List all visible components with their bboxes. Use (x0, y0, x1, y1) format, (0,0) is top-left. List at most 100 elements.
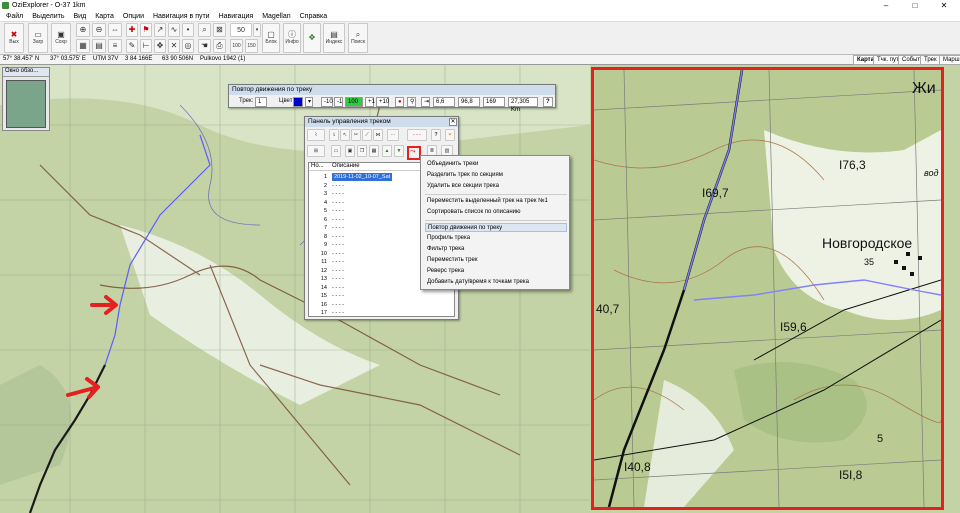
tool-button-1[interactable]: ⊕ (76, 23, 90, 37)
overview-title: Окно обзо... (3, 68, 49, 77)
menu-item-reverse-track[interactable]: Реверс трека (425, 267, 567, 276)
speed-field[interactable]: 100 (345, 97, 363, 107)
speed-plus10-button[interactable]: +10 (376, 97, 389, 107)
tool-button-15[interactable]: ✕ (168, 39, 180, 53)
overview-window[interactable]: Окно обзо... (2, 67, 50, 131)
col-description-header[interactable]: Описание (332, 163, 360, 169)
tp-tool-9[interactable]: ⏷ (445, 129, 455, 141)
tp-tool-12[interactable]: ▣ (345, 145, 355, 157)
zoom-150-button[interactable]: 150 (245, 39, 258, 53)
tool-button-20[interactable]: ⎙ (213, 39, 226, 53)
tp-tool-3[interactable]: ↖ (340, 129, 350, 141)
tp-tool-2[interactable]: ⇂ (329, 129, 339, 141)
tool-button-8[interactable]: ⚑ (140, 23, 152, 37)
search-button[interactable]: ⌕ Поиск (348, 23, 368, 53)
tool-button-18[interactable]: ☚ (198, 39, 211, 53)
pan-button[interactable]: ✥ (303, 23, 321, 53)
tp-tool-10[interactable]: ⊞ (307, 145, 325, 157)
tp-tool-13[interactable]: ❐ (357, 145, 367, 157)
replay-help-button[interactable]: ? (543, 97, 553, 107)
menu-item-merge-tracks[interactable]: Объединить треки (425, 160, 567, 169)
minimize-button[interactable]: – (872, 0, 900, 11)
tool-button-5[interactable]: ▤ (92, 39, 106, 53)
color-swatch[interactable] (293, 97, 303, 107)
tool-button-13[interactable]: ⊢ (140, 39, 152, 53)
menu-item-split-track[interactable]: Разделить трек по секциям (425, 171, 567, 180)
tool-button-10[interactable]: ∿ (168, 23, 180, 37)
tool-button-9[interactable]: ↗ (154, 23, 166, 37)
maximize-button[interactable]: □ (901, 0, 929, 11)
save-button[interactable]: ▣ Сохр (51, 23, 71, 53)
zoom-dropdown[interactable]: ▾ (253, 23, 261, 37)
tp-tool-6[interactable]: ⋈ (373, 129, 383, 141)
tool-button-4[interactable]: ▦ (76, 39, 90, 53)
track-row[interactable]: 17 - - - - (309, 309, 455, 317)
col-number-header[interactable]: Но... (311, 163, 324, 169)
menu-item-delete-sections[interactable]: Удалить все секции трека (425, 182, 567, 191)
tool-button-6[interactable]: ≡ (108, 39, 122, 53)
menu-item-move-to-track-1[interactable]: Переместить выделенный трек на трек №1 (425, 197, 567, 206)
menu-item-track-profile[interactable]: Профиль трека (425, 234, 567, 243)
tp-tool-14[interactable]: ▦ (369, 145, 379, 157)
menu-item-add-datetime[interactable]: Добавить дату/время к точкам трека (425, 278, 567, 287)
track-row[interactable]: 15 - - - - (309, 292, 455, 300)
menu-options[interactable]: Опции (123, 13, 144, 20)
tool-button-14[interactable]: ✥ (154, 39, 166, 53)
menu-item-sort-by-description[interactable]: Сортировать список по описанию (425, 208, 567, 217)
tool-button-7[interactable]: ✚ (126, 23, 138, 37)
replay-track-icon-highlight[interactable]: ⤳ (407, 146, 421, 160)
tool-button-3[interactable]: ⇔ (108, 23, 122, 37)
load-button[interactable]: ▭ Загр (28, 23, 48, 53)
speed-minus10-button[interactable]: -10 (321, 97, 333, 107)
block-button[interactable]: ▢ Блок (262, 23, 280, 53)
speed-minus1-button[interactable]: -1 (334, 97, 343, 107)
record-button[interactable]: ● (395, 97, 404, 107)
tool-button-19[interactable]: ⊠ (213, 23, 226, 37)
tool-button-11[interactable]: • (182, 23, 194, 37)
info-button[interactable]: ⓘ Инфо (283, 23, 301, 53)
track-row[interactable]: 16 - - - - (309, 301, 455, 309)
track-number-field[interactable]: 1 (255, 97, 267, 107)
tp-tool-16[interactable]: ▼ (394, 145, 404, 157)
close-button[interactable]: ✕ (930, 0, 958, 11)
zoom-select[interactable]: 50 (230, 23, 252, 37)
menu-item-track-filter[interactable]: Фильтр трека (425, 245, 567, 254)
replay-value-1: 6,6 (433, 97, 455, 107)
trackpanel-close-button[interactable]: ✕ (449, 118, 457, 126)
menu-view[interactable]: Вид (74, 13, 87, 20)
tab-tracks[interactable]: Трек (920, 55, 941, 65)
tp-tool-5[interactable]: ⟋ (362, 129, 372, 141)
menu-file[interactable]: Файл (6, 13, 23, 20)
step-icon: ⇥ (424, 99, 430, 105)
overview-thumbnail[interactable] (6, 80, 46, 128)
tp-tool-4[interactable]: ✂ (351, 129, 361, 141)
tool-button-17[interactable]: ⌕ (198, 23, 211, 37)
menu-help[interactable]: Справка (300, 13, 327, 20)
tp-tool-15[interactable]: ▲ (382, 145, 392, 157)
exit-button[interactable]: ✖ Вых (4, 23, 24, 53)
zoom-100-button[interactable]: 100 (230, 39, 243, 53)
color-dropdown[interactable]: ▾ (305, 97, 313, 107)
tp-help-button[interactable]: ? (431, 129, 441, 141)
menu-navigation[interactable]: Навигация (219, 13, 254, 20)
speed-plus1-button[interactable]: +1 (365, 97, 375, 107)
tab-routes[interactable]: Марш (939, 55, 960, 65)
index-button[interactable]: ▤ Индекс (323, 23, 345, 53)
map-label-vod: вод (924, 168, 939, 178)
menu-item-move-track[interactable]: Переместить трек (425, 256, 567, 265)
info-label: Инфо (285, 39, 299, 45)
tp-tool-7[interactable]: ⋯ (387, 129, 399, 141)
tool-button-12[interactable]: ✎ (126, 39, 138, 53)
menu-map[interactable]: Карта (95, 13, 114, 20)
menu-item-track-replay[interactable]: Повтор движения по треку (425, 223, 567, 232)
menu-moving-map[interactable]: Навигация в пути (153, 13, 210, 20)
tool-button-16[interactable]: ◎ (182, 39, 194, 53)
tp-tool-11[interactable]: ▭ (331, 145, 341, 157)
tool-button-2[interactable]: ⊖ (92, 23, 106, 37)
menu-select[interactable]: Выделить (32, 13, 64, 20)
tp-tool-1[interactable]: ⌇ (307, 129, 325, 141)
step-button[interactable]: ⇥ (421, 97, 430, 107)
menu-magellan[interactable]: Magellan (262, 13, 290, 20)
link-button[interactable]: ⚲ (407, 97, 416, 107)
tp-tool-8[interactable]: - - - (407, 129, 427, 141)
